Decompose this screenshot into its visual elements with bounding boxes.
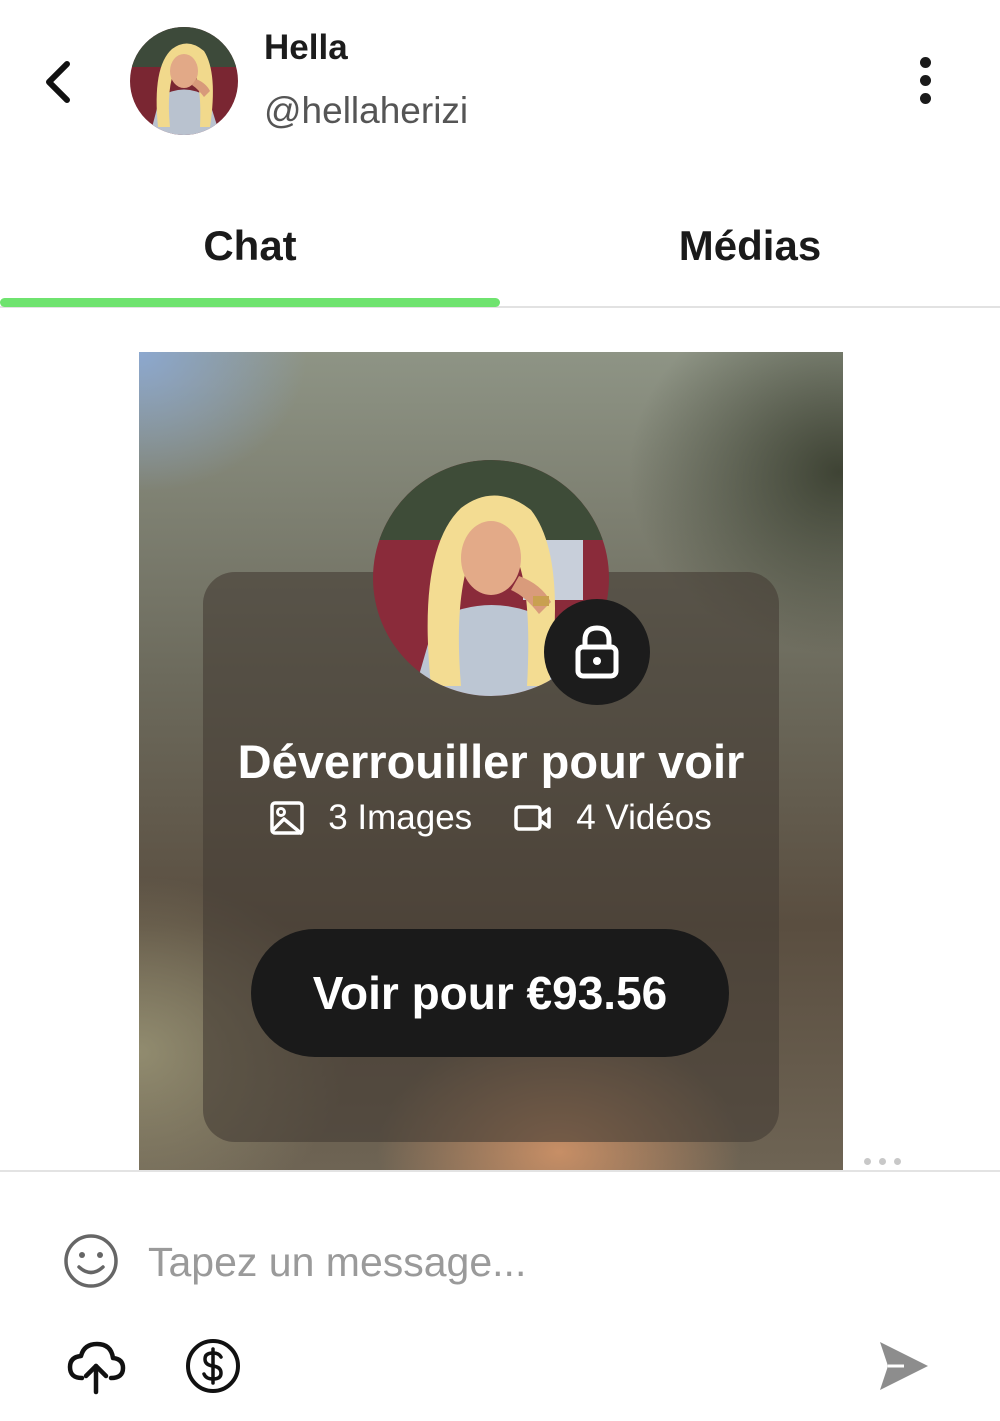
send-icon bbox=[880, 1342, 928, 1390]
active-tab-indicator bbox=[0, 298, 500, 307]
back-arrow-icon bbox=[46, 61, 70, 103]
image-icon bbox=[270, 801, 304, 835]
chat-header: Hella @hellaherizi bbox=[0, 0, 1000, 170]
images-count-label: 3 Images bbox=[328, 798, 473, 837]
lock-icon bbox=[575, 625, 619, 679]
videos-count: 4 Vidéos bbox=[514, 798, 712, 838]
dollar-icon bbox=[186, 1339, 240, 1393]
images-count: 3 Images bbox=[270, 798, 472, 838]
video-icon bbox=[514, 805, 551, 831]
media-counts: 3 Images 4 Vidéos bbox=[139, 798, 843, 838]
unlock-title: Déverrouiller pour voir bbox=[237, 735, 745, 788]
avatar[interactable] bbox=[130, 27, 238, 135]
tab-bar: Chat Médias bbox=[0, 190, 1000, 308]
message-input[interactable] bbox=[148, 1232, 828, 1292]
message-options-dots[interactable] bbox=[864, 1158, 901, 1165]
locked-media-message: Déverrouiller pour voir 3 Images 4 Vidéo… bbox=[139, 352, 843, 1170]
more-vertical-icon bbox=[919, 56, 931, 68]
upload-button[interactable] bbox=[66, 1336, 126, 1396]
more-options-button[interactable] bbox=[900, 50, 950, 110]
tab-chat[interactable]: Chat bbox=[0, 190, 500, 302]
contact-name: Hella bbox=[264, 28, 348, 67]
tip-button[interactable] bbox=[184, 1337, 242, 1395]
send-button[interactable] bbox=[874, 1338, 932, 1394]
unlock-purchase-button[interactable]: Voir pour €93.56 bbox=[251, 929, 729, 1057]
contact-handle: @hellaherizi bbox=[264, 90, 469, 131]
message-composer bbox=[0, 1170, 1000, 1421]
emoji-button[interactable] bbox=[62, 1232, 120, 1290]
lock-badge bbox=[544, 599, 650, 705]
videos-count-label: 4 Vidéos bbox=[576, 798, 712, 837]
tab-medias[interactable]: Médias bbox=[500, 190, 1000, 302]
back-button[interactable] bbox=[30, 52, 86, 112]
emoji-icon bbox=[64, 1234, 118, 1288]
upload-cloud-icon bbox=[67, 1341, 126, 1395]
